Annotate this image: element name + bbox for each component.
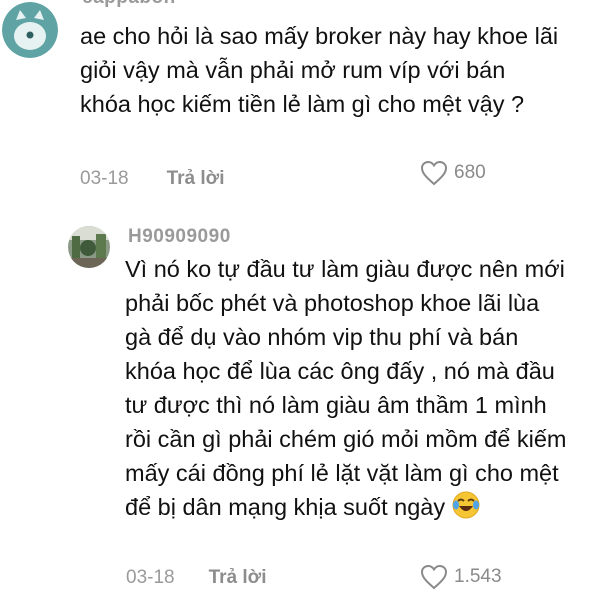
like-count: 1.543 — [454, 566, 502, 587]
comment-username[interactable]: H90909090 — [128, 226, 231, 248]
comment-item: H90909090 Vì nó ko tự đầu tư làm giàu đư… — [0, 0, 600, 600]
reply-button[interactable]: Trả lời — [209, 567, 267, 589]
comment-date: 03-18 — [126, 567, 175, 588]
like-button[interactable]: 1.543 — [420, 564, 502, 590]
comment-meta: 03-18 Trả lời — [126, 567, 266, 589]
laughing-tears-emoji — [452, 491, 480, 528]
photo-avatar-icon[interactable] — [68, 226, 110, 268]
heart-icon — [420, 564, 448, 590]
comment-text: Vì nó ko tự đầu tư làm giàu được nên mới… — [125, 252, 570, 528]
